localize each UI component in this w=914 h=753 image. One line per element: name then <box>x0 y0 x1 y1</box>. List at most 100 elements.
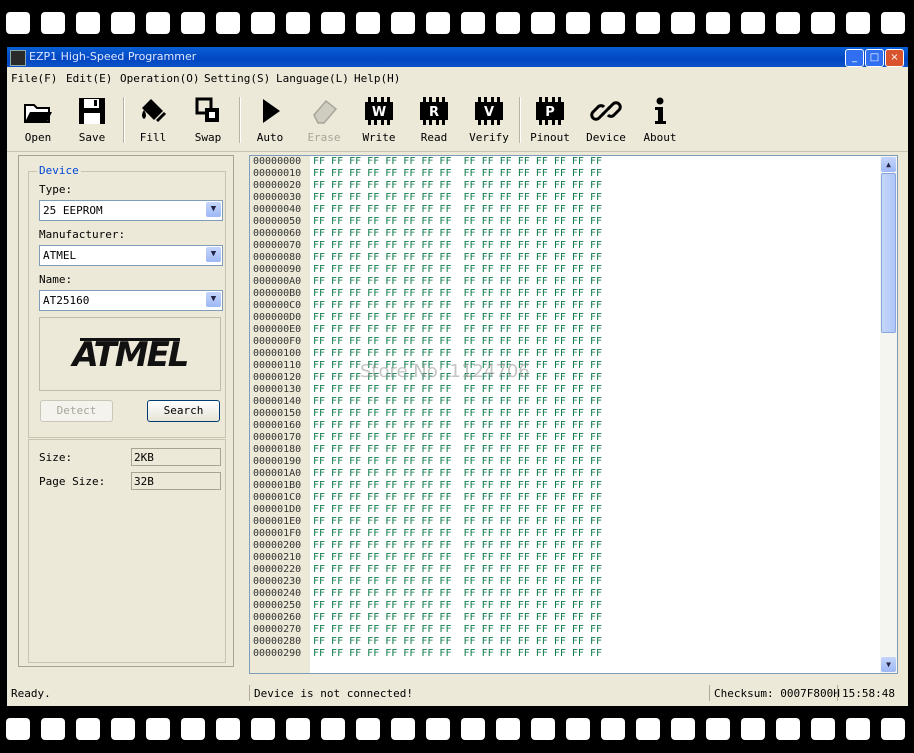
hex-editor[interactable]: 00000000 FF FF FF FF FF FF FF FF FF FF FF… <box>249 155 898 674</box>
hex-bytes[interactable]: FF FF FF FF FF FF FF FF FF FF FF FF FF F… <box>313 336 602 348</box>
open-button[interactable]: Open <box>13 93 63 149</box>
verify-button[interactable]: V Verify <box>464 93 514 149</box>
menu-language[interactable]: Language(L) <box>276 72 349 85</box>
link-icon <box>590 101 622 121</box>
hex-bytes[interactable]: FF FF FF FF FF FF FF FF FF FF FF FF FF F… <box>313 324 602 336</box>
auto-button[interactable]: Auto <box>245 93 295 149</box>
film-hole <box>776 718 800 740</box>
hex-address: 00000170 <box>253 432 302 443</box>
hex-bytes[interactable]: FF FF FF FF FF FF FF FF FF FF FF FF FF F… <box>313 444 602 456</box>
hex-bytes[interactable]: FF FF FF FF FF FF FF FF FF FF FF FF FF F… <box>313 216 602 228</box>
close-button[interactable]: × <box>885 49 904 67</box>
maximize-button[interactable]: □ <box>865 49 884 67</box>
hex-address: 00000110 <box>253 360 302 371</box>
read-button[interactable]: R Read <box>409 93 459 149</box>
hex-bytes[interactable]: FF FF FF FF FF FF FF FF FF FF FF FF FF F… <box>313 168 602 180</box>
film-hole <box>41 12 65 34</box>
hex-bytes[interactable]: FF FF FF FF FF FF FF FF FF FF FF FF FF F… <box>313 180 602 192</box>
atmel-logo: ATMEL <box>70 335 190 375</box>
chevron-down-icon[interactable]: ▼ <box>206 247 221 262</box>
scroll-down-icon[interactable]: ▼ <box>881 657 896 672</box>
about-button[interactable]: About <box>635 93 685 149</box>
status-time: 15:58:48 <box>837 685 908 701</box>
hex-bytes[interactable]: FF FF FF FF FF FF FF FF FF FF FF FF FF F… <box>313 384 602 396</box>
hex-bytes[interactable]: FF FF FF FF FF FF FF FF FF FF FF FF FF F… <box>313 432 602 444</box>
menu-edit[interactable]: Edit(E) <box>66 72 112 85</box>
film-hole <box>846 718 870 740</box>
hex-address: 00000130 <box>253 384 302 395</box>
toolbar-separator <box>519 97 521 143</box>
vertical-scrollbar[interactable]: ▲ ▼ <box>880 156 897 673</box>
hex-bytes[interactable]: FF FF FF FF FF FF FF FF FF FF FF FF FF F… <box>313 204 602 216</box>
save-button[interactable]: Save <box>67 93 117 149</box>
menu-help[interactable]: Help(H) <box>354 72 400 85</box>
scroll-up-icon[interactable]: ▲ <box>881 157 896 172</box>
hex-bytes[interactable]: FF FF FF FF FF FF FF FF FF FF FF FF FF F… <box>313 576 602 588</box>
hex-bytes[interactable]: FF FF FF FF FF FF FF FF FF FF FF FF FF F… <box>313 624 602 636</box>
film-hole <box>881 12 905 34</box>
menu-setting[interactable]: Setting(S) <box>204 72 270 85</box>
hex-bytes[interactable]: FF FF FF FF FF FF FF FF FF FF FF FF FF F… <box>313 528 602 540</box>
hex-bytes[interactable]: FF FF FF FF FF FF FF FF FF FF FF FF FF F… <box>313 396 602 408</box>
device-button[interactable]: Device <box>581 93 631 149</box>
search-button[interactable]: Search <box>147 400 220 422</box>
hex-bytes[interactable]: FF FF FF FF FF FF FF FF FF FF FF FF FF F… <box>313 564 602 576</box>
hex-bytes[interactable]: FF FF FF FF FF FF FF FF FF FF FF FF FF F… <box>313 468 602 480</box>
hex-bytes[interactable]: FF FF FF FF FF FF FF FF FF FF FF FF FF F… <box>313 252 602 264</box>
film-hole <box>426 12 450 34</box>
hex-bytes[interactable]: FF FF FF FF FF FF FF FF FF FF FF FF FF F… <box>313 552 602 564</box>
floppy-save-icon <box>79 98 105 124</box>
hex-address: 00000220 <box>253 564 302 575</box>
hex-bytes[interactable]: FF FF FF FF FF FF FF FF FF FF FF FF FF F… <box>313 156 602 168</box>
hex-address: 000000E0 <box>253 324 302 335</box>
fill-button[interactable]: Fill <box>128 93 178 149</box>
hex-bytes[interactable]: FF FF FF FF FF FF FF FF FF FF FF FF FF F… <box>313 420 602 432</box>
scroll-thumb[interactable] <box>881 173 896 333</box>
about-label: About <box>643 131 677 144</box>
hex-bytes[interactable]: FF FF FF FF FF FF FF FF FF FF FF FF FF F… <box>313 540 602 552</box>
hex-bytes[interactable]: FF FF FF FF FF FF FF FF FF FF FF FF FF F… <box>313 600 602 612</box>
chevron-down-icon[interactable]: ▼ <box>206 292 221 307</box>
menu-file[interactable]: File(F) <box>11 72 57 85</box>
minimize-button[interactable]: _ <box>845 49 864 67</box>
hex-bytes[interactable]: FF FF FF FF FF FF FF FF FF FF FF FF FF F… <box>313 276 602 288</box>
hex-bytes[interactable]: FF FF FF FF FF FF FF FF FF FF FF FF FF F… <box>313 612 602 624</box>
hex-bytes[interactable]: FF FF FF FF FF FF FF FF FF FF FF FF FF F… <box>313 192 602 204</box>
hex-address: 00000210 <box>253 552 302 563</box>
hex-bytes[interactable]: FF FF FF FF FF FF FF FF FF FF FF FF FF F… <box>313 408 602 420</box>
hex-address: 00000040 <box>253 204 302 215</box>
write-button[interactable]: W Write <box>354 93 404 149</box>
hex-bytes[interactable]: FF FF FF FF FF FF FF FF FF FF FF FF FF F… <box>313 648 602 660</box>
name-select[interactable]: AT25160 ▼ <box>39 290 223 311</box>
manufacturer-label: Manufacturer: <box>39 228 126 241</box>
verify-label: Verify <box>469 131 509 144</box>
hex-bytes[interactable]: FF FF FF FF FF FF FF FF FF FF FF FF FF F… <box>313 504 602 516</box>
pinout-button[interactable]: P Pinout <box>525 93 575 149</box>
hex-bytes[interactable]: FF FF FF FF FF FF FF FF FF FF FF FF FF F… <box>313 240 602 252</box>
hex-bytes[interactable]: FF FF FF FF FF FF FF FF FF FF FF FF FF F… <box>313 588 602 600</box>
hex-bytes[interactable]: FF FF FF FF FF FF FF FF FF FF FF FF FF F… <box>313 288 602 300</box>
hex-bytes[interactable]: FF FF FF FF FF FF FF FF FF FF FF FF FF F… <box>313 480 602 492</box>
film-hole <box>811 12 835 34</box>
hex-bytes[interactable]: FF FF FF FF FF FF FF FF FF FF FF FF FF F… <box>313 516 602 528</box>
film-hole <box>671 718 695 740</box>
hex-bytes[interactable]: FF FF FF FF FF FF FF FF FF FF FF FF FF F… <box>313 456 602 468</box>
detect-button[interactable]: Detect <box>40 400 113 422</box>
menu-operation[interactable]: Operation(O) <box>120 72 199 85</box>
film-hole <box>216 718 240 740</box>
hex-bytes[interactable]: FF FF FF FF FF FF FF FF FF FF FF FF FF F… <box>313 300 602 312</box>
hex-address: 00000260 <box>253 612 302 623</box>
type-select[interactable]: 25 EEPROM ▼ <box>39 200 223 221</box>
hex-bytes[interactable]: FF FF FF FF FF FF FF FF FF FF FF FF FF F… <box>313 312 602 324</box>
hex-bytes[interactable]: FF FF FF FF FF FF FF FF FF FF FF FF FF F… <box>313 228 602 240</box>
manufacturer-select[interactable]: ATMEL ▼ <box>39 245 223 266</box>
hex-address: 00000180 <box>253 444 302 455</box>
hex-bytes[interactable]: FF FF FF FF FF FF FF FF FF FF FF FF FF F… <box>313 264 602 276</box>
hex-bytes[interactable]: FF FF FF FF FF FF FF FF FF FF FF FF FF F… <box>313 492 602 504</box>
erase-button[interactable]: Erase <box>299 93 349 149</box>
hex-bytes[interactable]: FF FF FF FF FF FF FF FF FF FF FF FF FF F… <box>313 348 602 360</box>
chevron-down-icon[interactable]: ▼ <box>206 202 221 217</box>
window-title: EZP1 High-Speed Programmer <box>29 50 197 63</box>
hex-bytes[interactable]: FF FF FF FF FF FF FF FF FF FF FF FF FF F… <box>313 636 602 648</box>
swap-button[interactable]: Swap <box>183 93 233 149</box>
